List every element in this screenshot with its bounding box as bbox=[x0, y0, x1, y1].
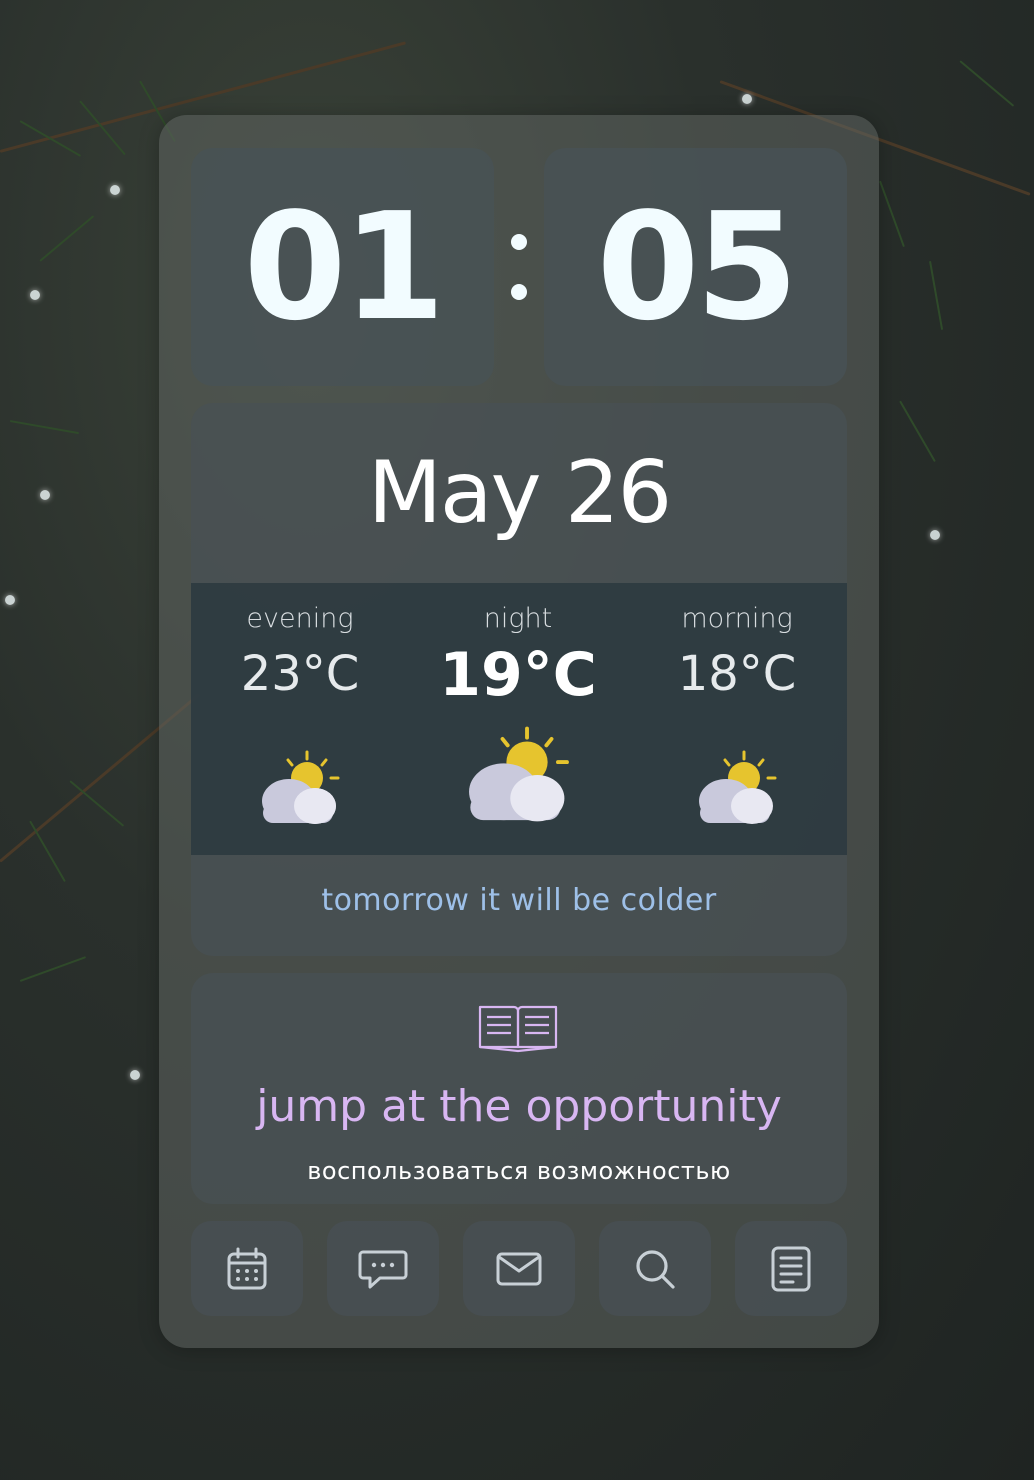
clock-hours: 01 bbox=[243, 181, 446, 353]
message-icon bbox=[358, 1250, 408, 1288]
book-icon bbox=[478, 1005, 558, 1053]
forecast-hint: tomorrow it will be colder bbox=[321, 883, 717, 918]
messages-button[interactable] bbox=[327, 1221, 439, 1316]
search-icon bbox=[636, 1249, 675, 1289]
widget-panel: 01 05 May 26 evening 23°C night 19°C mor… bbox=[159, 115, 879, 1348]
mail-icon bbox=[496, 1252, 542, 1285]
partly-cloudy-icon bbox=[262, 750, 340, 824]
search-button[interactable] bbox=[599, 1221, 711, 1316]
notes-button[interactable] bbox=[735, 1221, 847, 1316]
weather-card: May 26 evening 23°C night 19°C morning 1… bbox=[191, 403, 847, 956]
notes-icon bbox=[771, 1246, 811, 1291]
forecast-night: night 19°C bbox=[409, 583, 627, 822]
forecast-period: night bbox=[483, 603, 553, 634]
clock-minutes: 05 bbox=[596, 181, 799, 353]
forecast-temp: 18°C bbox=[677, 646, 797, 702]
partly-cloudy-icon bbox=[699, 750, 777, 824]
clock-minutes-tile: 05 bbox=[544, 148, 847, 386]
calendar-button[interactable] bbox=[191, 1221, 303, 1316]
app-dock bbox=[191, 1221, 847, 1316]
phrase-translation: воспользоваться возможностью bbox=[307, 1157, 731, 1185]
clock-hours-tile: 01 bbox=[191, 148, 494, 386]
partly-cloudy-icon bbox=[469, 726, 569, 822]
calendar-icon bbox=[227, 1247, 267, 1289]
date-label: May 26 bbox=[367, 443, 673, 543]
forecast-temp: 19°C bbox=[439, 640, 597, 710]
clock-separator bbox=[509, 230, 529, 300]
forecast-period: morning bbox=[681, 603, 793, 634]
phrase-card[interactable]: jump at the opportunity воспользоваться … bbox=[191, 973, 847, 1204]
phrase-text: jump at the opportunity bbox=[256, 1081, 782, 1132]
forecast-morning: morning 18°C bbox=[627, 583, 847, 824]
forecast-evening: evening 23°C bbox=[191, 583, 409, 824]
mail-button[interactable] bbox=[463, 1221, 575, 1316]
forecast-temp: 23°C bbox=[240, 646, 360, 702]
forecast-period: evening bbox=[246, 603, 354, 634]
forecast-strip: evening 23°C night 19°C morning 18°C bbox=[191, 583, 847, 855]
